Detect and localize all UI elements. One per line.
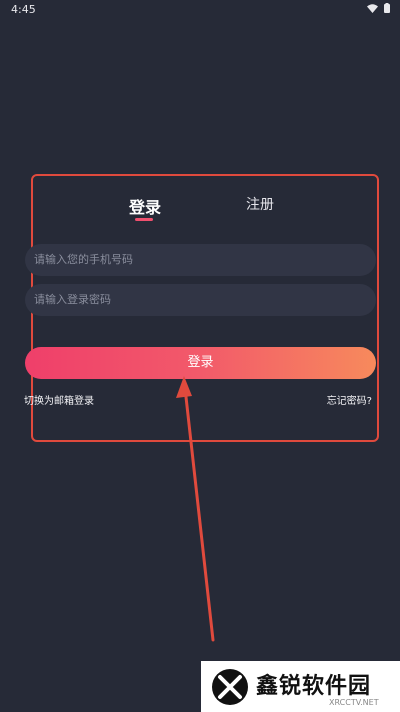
watermark-logo-icon — [212, 669, 248, 705]
password-placeholder: 请输入登录密码 — [34, 293, 111, 306]
login-tabs: 登录 注册 — [0, 194, 400, 224]
wifi-icon — [367, 3, 378, 13]
status-icons — [367, 3, 390, 13]
tab-login[interactable]: 登录 — [129, 194, 161, 218]
phone-input[interactable]: 请输入您的手机号码 — [25, 244, 376, 276]
watermark-title: 鑫锐软件园 — [256, 674, 372, 699]
tab-register[interactable]: 注册 — [246, 194, 274, 214]
forgot-password-link[interactable]: 忘记密码? — [327, 392, 372, 407]
login-button-label: 登录 — [187, 355, 214, 370]
status-bar: 4:45 — [0, 0, 400, 18]
watermark-subtitle: XRCCTV.NET — [329, 698, 379, 707]
switch-email-login-link[interactable]: 切换为邮箱登录 — [24, 392, 94, 407]
login-button[interactable]: 登录 — [25, 347, 376, 379]
phone-placeholder: 请输入您的手机号码 — [34, 253, 133, 266]
status-time: 4:45 — [11, 3, 36, 16]
active-tab-indicator — [135, 218, 153, 221]
battery-icon — [384, 3, 390, 13]
watermark: 鑫锐软件园 XRCCTV.NET — [201, 661, 400, 712]
password-input[interactable]: 请输入登录密码 — [25, 284, 376, 316]
